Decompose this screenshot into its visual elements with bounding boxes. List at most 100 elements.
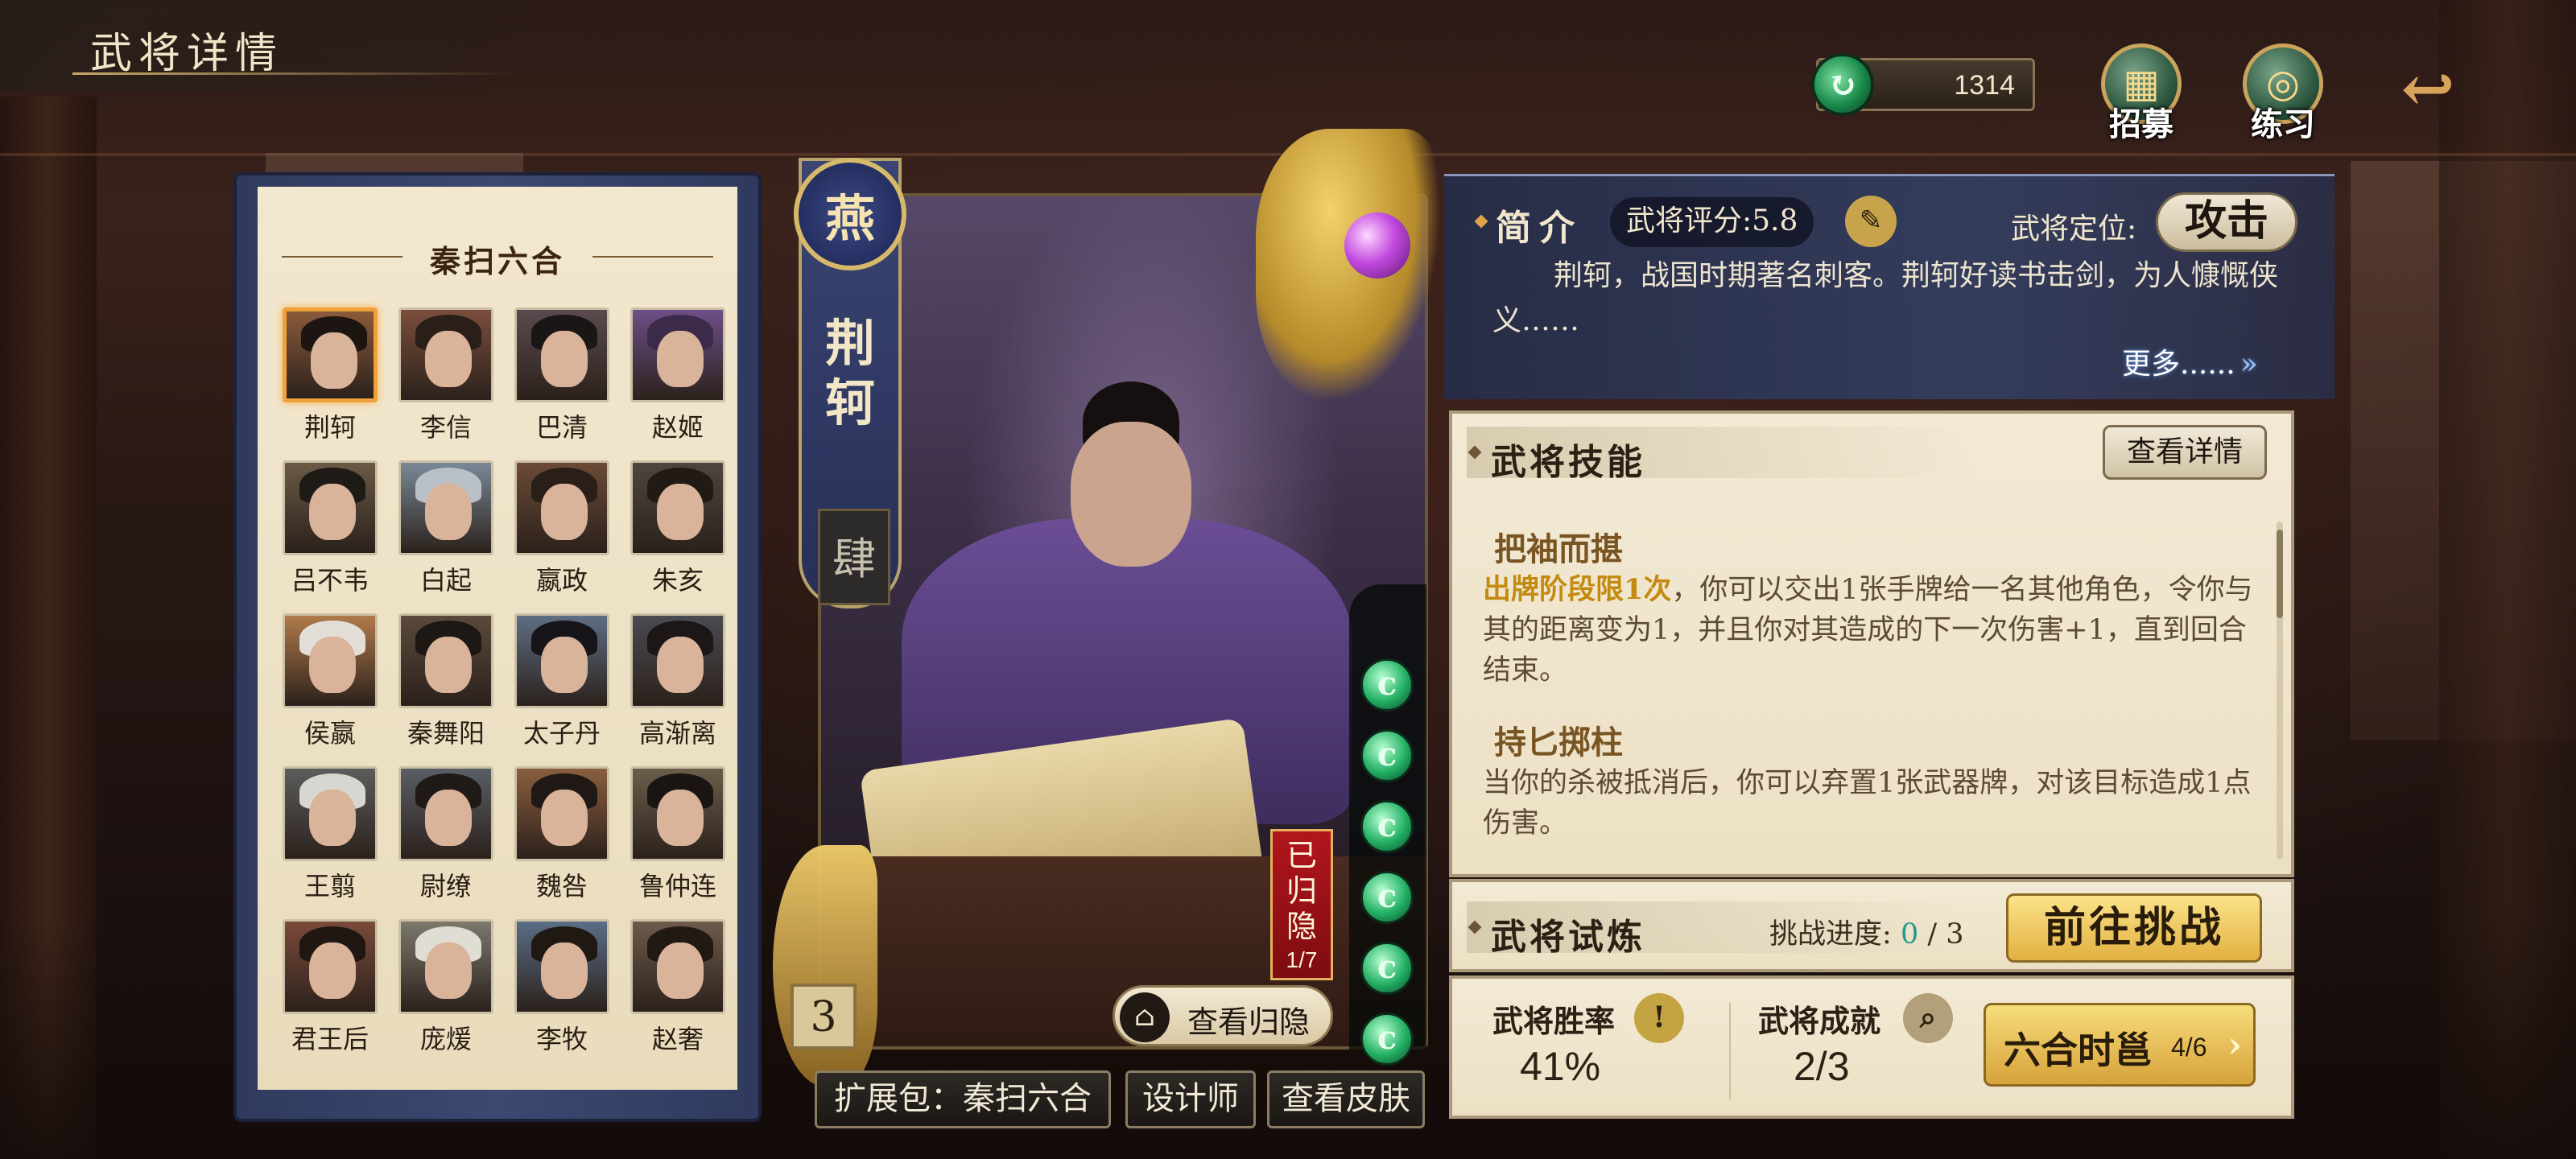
hero-portrait: [398, 766, 493, 861]
magnifier-icon[interactable]: ⌕: [1903, 993, 1953, 1043]
expansion-button[interactable]: 扩展包：秦扫六合: [815, 1070, 1111, 1128]
stats-divider: [1729, 1003, 1731, 1099]
recruit-button[interactable]: ▦ 招募: [2093, 43, 2190, 143]
diamond-bullet-icon: [1468, 920, 1482, 934]
more-link[interactable]: 更多......»: [2122, 340, 2258, 382]
stats-panel: 武将胜率 ! 41% 武将成就 ⌕ 2/3 六合时邕 4/6 ›: [1449, 975, 2294, 1119]
dragon-ornament: [1256, 129, 1441, 402]
recruit-label: 招募: [2109, 105, 2174, 143]
hero-slot[interactable]: 李信: [393, 307, 499, 448]
back-button[interactable]: ↩: [2373, 56, 2483, 121]
health-gem-icon: c: [1360, 942, 1414, 995]
health-gem-icon: c: [1360, 871, 1414, 924]
practice-button[interactable]: ◎ 练习: [2235, 43, 2331, 143]
hero-slot[interactable]: 太子丹: [509, 613, 615, 753]
roster-panel: 秦扫六合 荆轲 李信 巴清 赵姬吕不韦 白起 嬴政 朱亥侯嬴 秦舞阳 太子丹 高渐离王翦 尉缭 魏咎 鲁…: [258, 187, 737, 1090]
hero-slot[interactable]: 赵奢: [625, 919, 731, 1059]
hero-slot[interactable]: 鲁仲连: [625, 766, 731, 906]
go-challenge-button[interactable]: 前往挑战: [2006, 893, 2262, 963]
designer-button[interactable]: 设计师: [1125, 1070, 1256, 1128]
score-edit-icon[interactable]: ✎: [1845, 196, 1897, 247]
hero-slot[interactable]: 尉缭: [393, 766, 499, 906]
hero-slot[interactable]: 赵姬: [625, 307, 731, 448]
skills-panel: 武将技能 查看详情 把袖而揕 出牌阶段限1次，你可以交出1张手牌给一名其他角色，…: [1449, 410, 2294, 877]
hero-name: 荆轲: [824, 314, 875, 432]
portrait-face: [309, 790, 356, 846]
hero-slot[interactable]: 高渐离: [625, 613, 731, 753]
hero-portrait: [630, 613, 725, 708]
roster-title: 秦扫六合: [258, 237, 737, 281]
hero-slot[interactable]: 嬴政: [509, 460, 615, 600]
hero-name-label: 李信: [419, 412, 472, 443]
progress-current: 0: [1900, 918, 1919, 951]
portrait-face: [541, 790, 588, 846]
portrait-face: [309, 637, 356, 693]
hero-name-label: 白起: [419, 565, 472, 596]
intro-text: 荆轲，战国时期著名刺客。荆轲好读书击剑，为人慷慨侠义……: [1492, 259, 2279, 337]
hero-name-label: 君王后: [291, 1024, 369, 1054]
hero-portrait: [283, 766, 378, 861]
hero-name-label: 庞煖: [419, 1024, 472, 1054]
double-chevron-right-icon: »: [2240, 348, 2258, 381]
hero-name-label: 赵姬: [651, 412, 704, 443]
hero-slot[interactable]: 李牧: [509, 919, 615, 1059]
portrait-face: [425, 942, 472, 999]
level-badge: 3: [791, 984, 857, 1050]
portrait-face: [425, 790, 472, 846]
hero-slot[interactable]: 朱亥: [625, 460, 731, 600]
hero-portrait: [283, 460, 378, 555]
skills-title: 武将技能: [1491, 442, 1645, 483]
hero-slot[interactable]: 吕不韦: [277, 460, 383, 600]
skill-name: 把袖而揕: [1494, 530, 1623, 568]
hero-slot[interactable]: 侯嬴: [277, 613, 383, 753]
title-bar: 武将详情: [0, 0, 580, 90]
portrait-face: [541, 637, 588, 693]
hero-name-label: 李牧: [535, 1024, 588, 1054]
chevron-right-icon: ›: [2227, 1025, 2242, 1066]
position-label: 武将定位:: [2011, 212, 2137, 245]
hero-slot[interactable]: 王翦: [277, 766, 383, 906]
hero-name-label: 魏咎: [535, 871, 588, 901]
currency-value: 1314: [1954, 70, 2015, 101]
exclamation-icon[interactable]: !: [1634, 993, 1684, 1043]
hero-slot[interactable]: 荆轲: [277, 307, 383, 448]
portrait-face: [425, 484, 472, 540]
hero-slot[interactable]: 庞煖: [393, 919, 499, 1059]
hero-slot[interactable]: 白起: [393, 460, 499, 600]
hero-name-label: 侯嬴: [303, 718, 356, 749]
hero-portrait: [283, 613, 378, 708]
view-retired-button[interactable]: ⌂ 查看归隐: [1113, 985, 1333, 1046]
hero-portrait: [514, 307, 609, 402]
rank-tab: 肆: [818, 509, 890, 605]
hero-slot[interactable]: 君王后: [277, 919, 383, 1059]
hero-slot[interactable]: 秦舞阳: [393, 613, 499, 753]
purple-orb: [1344, 212, 1410, 278]
hero-slot[interactable]: 魏咎: [509, 766, 615, 906]
skill-description: 出牌阶段限1次，你可以交出1张手牌给一名其他角色，令你与其的距离变为1，并且你对…: [1483, 570, 2256, 691]
win-rate-value: 41%: [1520, 1044, 1601, 1089]
view-details-button[interactable]: 查看详情: [2103, 425, 2267, 480]
hero-name-label: 荆轲: [303, 412, 356, 443]
hero-portrait: [630, 460, 725, 555]
achievement-label: 武将成就: [1758, 1003, 1881, 1039]
portrait-face: [541, 331, 588, 387]
title-underline: [72, 72, 523, 75]
skills-scrollbar[interactable]: [2277, 522, 2283, 860]
liuhe-button[interactable]: 六合时邕 4/6 ›: [1984, 1003, 2256, 1087]
skill-text: 当你的杀被抵消后，你可以弃置1张武器牌，对该目标造成1点伤害。: [1483, 767, 2252, 839]
portrait-face: [541, 942, 588, 999]
page-title: 武将详情: [90, 30, 284, 78]
skill-name: 持匕掷柱: [1494, 724, 1623, 761]
hero-name-label: 赵奢: [651, 1024, 704, 1054]
scrollbar-thumb[interactable]: [2277, 530, 2283, 618]
hero-name-label: 高渐离: [638, 718, 716, 749]
hero-name-label: 尉缭: [419, 871, 472, 901]
hero-portrait: [398, 919, 493, 1014]
liuhe-label: 六合时邕: [2004, 1029, 2152, 1072]
health-gem-icon: c: [1360, 800, 1414, 853]
hero-portrait: [398, 460, 493, 555]
hero-slot[interactable]: 巴清: [509, 307, 615, 448]
portrait-face: [425, 637, 472, 693]
view-skins-button[interactable]: 查看皮肤: [1267, 1070, 1425, 1128]
hero-portrait: [398, 613, 493, 708]
